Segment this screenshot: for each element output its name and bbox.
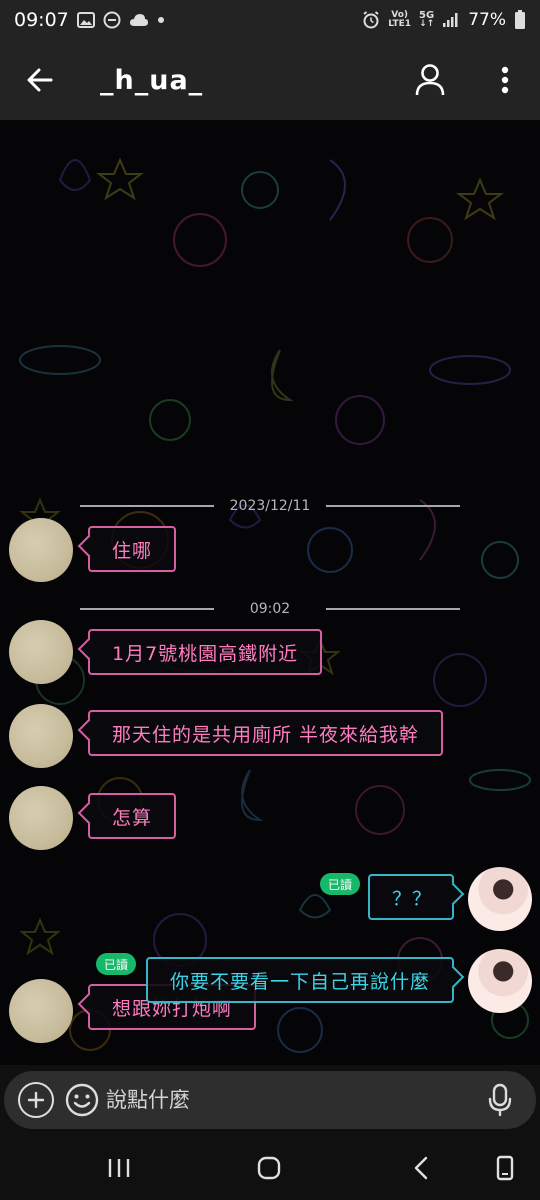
gallery-icon (76, 12, 95, 28)
read-badge: 已讀 (96, 953, 137, 975)
volte-indicator: Vo) LTE1 (388, 10, 412, 29)
back-button[interactable] (0, 40, 80, 120)
message-text: 住哪 (112, 539, 153, 562)
read-badge: 已讀 (320, 873, 361, 895)
message-text: 那天住的是共用廁所 半夜來給我幹 (112, 723, 420, 746)
incoming-message[interactable]: 怎算 (88, 793, 177, 839)
message-text: ？？ (392, 887, 433, 910)
status-left: 09:07 (14, 9, 165, 31)
screenshot-button[interactable] (465, 1135, 540, 1200)
self-avatar[interactable] (468, 867, 532, 931)
status-right: Vo) LTE1 5G ↓↑ 77% (362, 10, 526, 30)
profile-button[interactable] (400, 40, 460, 120)
recents-icon (108, 1158, 130, 1177)
message-text: 你要不要看一下自己再說什麼 (170, 970, 431, 993)
battery-icon (514, 10, 526, 30)
more-options-button[interactable] (480, 40, 530, 120)
nav-back-button[interactable] (381, 1135, 461, 1200)
message-input[interactable] (106, 1088, 478, 1112)
emoji-button[interactable] (64, 1082, 100, 1118)
home-button[interactable] (229, 1135, 309, 1200)
avatar[interactable] (9, 620, 73, 684)
nav-back-icon (414, 1156, 428, 1179)
divider-line (80, 608, 214, 610)
attach-button[interactable] (18, 1082, 54, 1118)
divider-label: 2023/12/11 (229, 498, 311, 514)
avatar[interactable] (9, 518, 73, 582)
plus-icon (27, 1091, 45, 1109)
divider-line (326, 608, 460, 610)
avatar[interactable] (9, 979, 73, 1043)
data-arrows-icon: ↓↑ (419, 19, 435, 29)
back-arrow-icon (27, 68, 53, 92)
divider-line (326, 505, 460, 507)
system-nav-bar (0, 1135, 540, 1200)
self-avatar[interactable] (468, 949, 532, 1013)
incoming-message[interactable]: 那天住的是共用廁所 半夜來給我幹 (88, 710, 444, 756)
status-bar: 09:07 Vo) LTE1 5G ↓↑ 77% (0, 0, 540, 40)
message-text: 1月7號桃園高鐵附近 (112, 642, 299, 665)
data-indicator: 5G ↓↑ (419, 10, 435, 29)
avatar[interactable] (9, 786, 73, 850)
date-divider: 2023/12/11 (0, 494, 540, 518)
chat-title: _h_ua_ (100, 64, 204, 96)
divider-label: 09:02 (249, 601, 291, 617)
mic-icon (488, 1083, 512, 1117)
status-time: 09:07 (14, 9, 69, 31)
message-text: 怎算 (112, 806, 153, 829)
voice-button[interactable] (478, 1078, 522, 1122)
battery-percent: 77% (468, 10, 506, 30)
outgoing-message[interactable]: 你要不要看一下自己再說什麼 (146, 957, 455, 1003)
avatar[interactable] (9, 704, 73, 768)
composer-pill (4, 1071, 536, 1129)
emoji-icon (65, 1083, 99, 1117)
divider-line (80, 505, 214, 507)
dnd-icon (103, 11, 121, 29)
recents-button[interactable] (79, 1135, 159, 1200)
profile-icon (415, 64, 445, 96)
time-divider: 09:02 (0, 597, 540, 621)
incoming-message[interactable]: 住哪 (88, 526, 177, 572)
chat-header: _h_ua_ (0, 40, 540, 120)
signal-icon (442, 12, 460, 28)
chat-area[interactable]: 2023/12/11 住哪 09:02 1月7號桃園高鐵附近 那天住的是共用廁所… (0, 120, 540, 1065)
screenshot-icon (496, 1155, 514, 1180)
outgoing-message[interactable]: ？？ (368, 874, 454, 920)
alarm-icon (362, 11, 380, 29)
message-composer (0, 1065, 540, 1135)
more-vert-icon (501, 66, 509, 94)
space-wallpaper (19, 157, 531, 1053)
notification-dot-icon (157, 16, 165, 24)
incoming-message[interactable]: 1月7號桃園高鐵附近 (88, 629, 323, 675)
cloud-icon (129, 13, 149, 27)
home-icon (257, 1156, 281, 1179)
